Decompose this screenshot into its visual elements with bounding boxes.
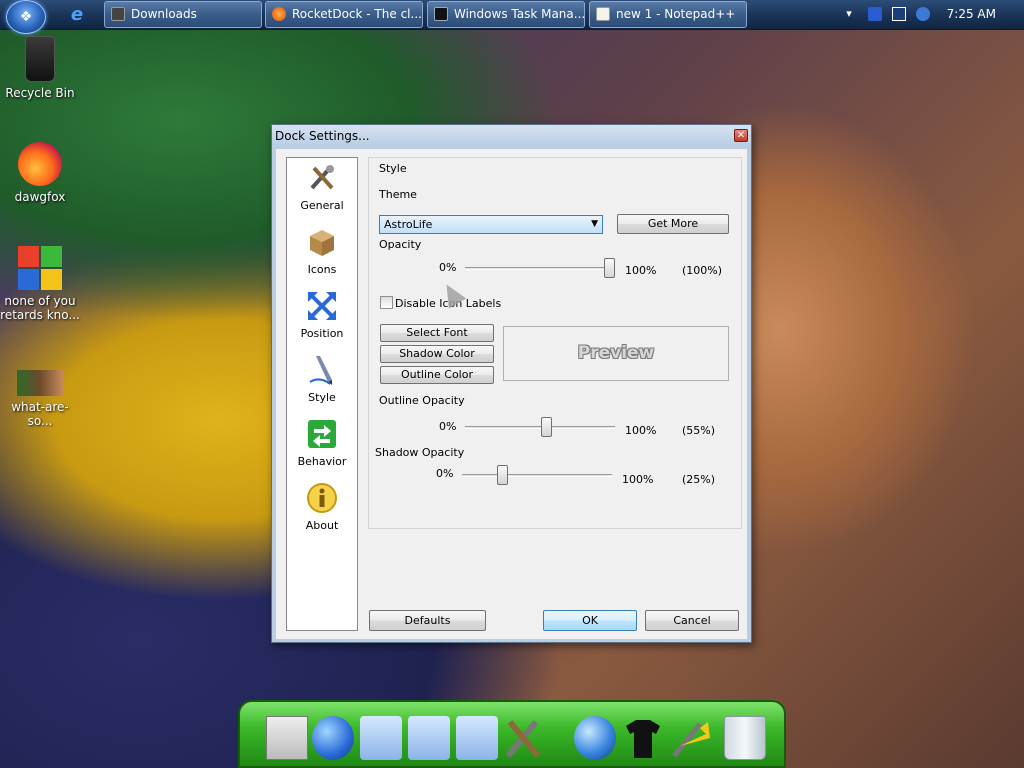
start-button[interactable]: ❖	[6, 0, 46, 34]
outline-opacity-label: Outline Opacity	[379, 394, 465, 407]
close-icon[interactable]: ✕	[734, 129, 748, 142]
theme-select[interactable]: AstroLife ▼	[379, 215, 603, 234]
opacity-label: Opacity	[379, 238, 422, 251]
folder-icon[interactable]	[360, 716, 402, 760]
shadow-min-label: 0%	[436, 467, 454, 480]
disable-icon-labels-checkbox[interactable]	[380, 296, 393, 309]
windows-logo-icon: ❖	[19, 9, 33, 25]
shadow-color-button[interactable]: Shadow Color	[380, 345, 494, 363]
chevron-down-icon[interactable]: ▾	[842, 7, 856, 21]
dock-settings-dialog: Dock Settings... ✕ General Icons Positio…	[271, 124, 752, 643]
outline-opacity-slider-thumb[interactable]	[541, 417, 553, 437]
outline-opacity-slider-track[interactable]	[465, 426, 615, 429]
defaults-button[interactable]: Defaults	[369, 610, 486, 631]
desktop-icon-dawgfox[interactable]: dawgfox	[0, 142, 80, 204]
globe-docs-icon[interactable]	[312, 716, 354, 760]
internet-globe-icon[interactable]	[574, 716, 616, 760]
behavior-arrows-icon	[308, 420, 336, 448]
shadow-opacity-slider-thumb[interactable]	[496, 465, 508, 485]
firefox-icon	[272, 7, 286, 21]
music-folder-icon[interactable]	[408, 716, 450, 760]
chevron-down-icon: ▼	[591, 219, 598, 229]
info-icon	[307, 483, 337, 513]
system-tray: ▾ 7:25 AM	[834, 0, 1024, 30]
recycle-bin-icon	[25, 36, 55, 82]
pen-icon	[309, 356, 332, 385]
windows-logo-icon	[18, 246, 62, 290]
preview-box: Preview	[503, 326, 729, 381]
sidebar-item-behavior[interactable]: Behavior	[287, 418, 357, 468]
opacity-value: (100%)	[682, 264, 723, 277]
taskbar-button-task-manager[interactable]: Windows Task Mana...	[427, 1, 585, 28]
task-manager-icon	[434, 7, 448, 21]
document-viewer-icon[interactable]	[266, 716, 308, 760]
firefox-icon	[18, 142, 62, 186]
outline-color-button[interactable]: Outline Color	[380, 366, 494, 384]
dialog-title: Dock Settings...	[272, 125, 751, 147]
image-thumbnail-icon	[17, 370, 63, 396]
sidebar-item-general[interactable]: General	[287, 162, 357, 212]
dialog-body: General Icons Position Style Behavior Ab…	[276, 149, 747, 639]
sidebar-item-about[interactable]: About	[287, 482, 357, 532]
internet-explorer-icon[interactable]: e	[66, 4, 88, 26]
opacity-max-label: 100%	[625, 264, 657, 277]
position-arrows-icon	[308, 292, 336, 320]
folder-icon	[111, 7, 125, 21]
shadow-max-label: 100%	[622, 473, 654, 486]
cancel-button[interactable]: Cancel	[645, 610, 739, 631]
pictures-folder-icon[interactable]	[456, 716, 498, 760]
get-more-button[interactable]: Get More	[617, 214, 729, 234]
security-icon[interactable]	[868, 7, 882, 21]
outline-opacity-value: (55%)	[682, 424, 716, 437]
taskbar-button-downloads[interactable]: Downloads	[104, 1, 262, 28]
group-label-style: Style	[379, 162, 407, 175]
opacity-min-label: 0%	[439, 261, 457, 274]
shadow-opacity-label: Shadow Opacity	[375, 446, 465, 459]
network-icon[interactable]	[892, 7, 906, 21]
shadow-opacity-value: (25%)	[682, 473, 716, 486]
sidebar-item-position[interactable]: Position	[287, 290, 357, 340]
rocketdock	[238, 700, 786, 768]
tools-icon[interactable]	[502, 716, 544, 760]
shadow-opacity-slider-track[interactable]	[462, 474, 612, 477]
update-icon[interactable]	[916, 7, 930, 21]
settings-sidebar: General Icons Position Style Behavior Ab…	[286, 157, 358, 631]
theme-label: Theme	[379, 188, 417, 201]
taskbar: ❖ e Downloads RocketDock - The cl... Win…	[0, 0, 1024, 34]
desktop-icon-recycle-bin[interactable]: Recycle Bin	[0, 36, 80, 100]
recycle-bin-icon[interactable]	[724, 716, 766, 760]
opacity-slider-track[interactable]	[465, 267, 615, 270]
outline-min-label: 0%	[439, 420, 457, 433]
ok-button[interactable]: OK	[543, 610, 637, 631]
taskbar-button-rocketdock[interactable]: RocketDock - The cl...	[265, 1, 423, 28]
tools-icon	[310, 165, 334, 190]
outline-max-label: 100%	[625, 424, 657, 437]
taskbar-button-notepad[interactable]: new 1 - Notepad++	[589, 1, 747, 28]
opacity-slider-thumb[interactable]	[604, 258, 615, 278]
notepad-icon	[596, 7, 610, 21]
desktop-icon-image[interactable]: what-are-so...	[0, 370, 80, 428]
desktop-icon-text-file[interactable]: none of you retards kno...	[0, 246, 80, 322]
sidebar-item-style[interactable]: Style	[287, 354, 357, 404]
style-settings-panel: Style Theme AstroLife ▼ Get More Opacity…	[368, 157, 742, 529]
sidebar-item-icons[interactable]: Icons	[287, 226, 357, 276]
clock[interactable]: 7:25 AM	[947, 7, 996, 21]
select-font-button[interactable]: Select Font	[380, 324, 494, 342]
box-icon	[310, 230, 334, 256]
tshirt-icon[interactable]	[622, 716, 664, 760]
tools-arrow-icon[interactable]	[670, 716, 712, 760]
